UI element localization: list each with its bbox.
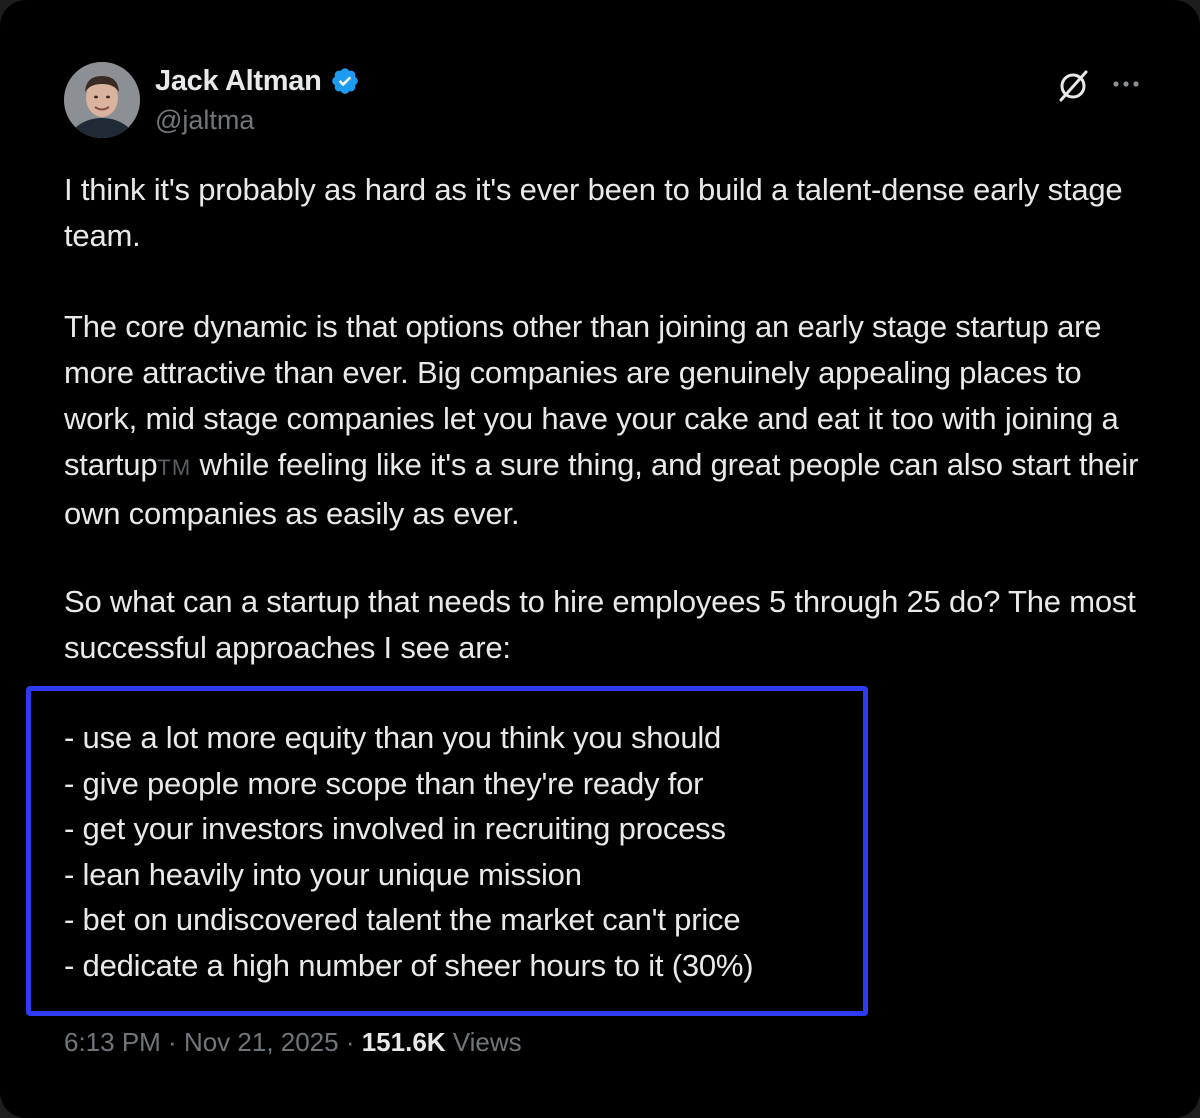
list-item: - bet on undiscovered talent the market … [64, 902, 741, 937]
tweet-paragraph-1: I think it's probably as hard as it's ev… [64, 172, 1123, 253]
author-handle[interactable]: @jaltma [155, 102, 254, 138]
list-item: - dedicate a high number of sheer hours … [64, 947, 754, 983]
trademark-mark: TM [157, 455, 192, 480]
meta-separator: · [338, 1027, 362, 1057]
list-item: - get your investors involved in recruit… [64, 811, 726, 846]
views-label[interactable]: Views [446, 1027, 522, 1057]
meta-separator: · [160, 1027, 184, 1057]
list-item: - use a lot more equity than you think y… [64, 720, 722, 755]
verified-badge-icon [332, 68, 358, 94]
avatar-image [64, 62, 140, 138]
tweet-paragraph-3: So what can a startup that needs to hire… [64, 584, 1136, 665]
avatar[interactable] [64, 62, 140, 138]
list-item: - give people more scope than they're re… [64, 765, 704, 801]
tweet-time[interactable]: 6:13 PM [64, 1027, 161, 1057]
tweet-meta: 6:13 PM · Nov 21, 2025 · 151.6K Views [64, 1024, 522, 1060]
author-name[interactable]: Jack Altman [155, 62, 322, 100]
grok-slash-circle-icon[interactable] [1055, 68, 1091, 104]
more-horizontal-icon[interactable] [1110, 70, 1142, 98]
tweet-date[interactable]: Nov 21, 2025 [184, 1027, 339, 1057]
views-count[interactable]: 151.6K [362, 1027, 446, 1057]
approaches-list: - use a lot more equity than you think y… [64, 715, 754, 988]
tweet-paragraph-2-text-b: while feeling like it's a sure thing, an… [64, 447, 1139, 531]
tweet-card: Jack Altman @jaltma I think it's probabl… [0, 0, 1200, 1118]
list-item: - lean heavily into your unique mission [64, 856, 582, 892]
tweet-paragraph-2: The core dynamic is that options other t… [64, 304, 1154, 537]
